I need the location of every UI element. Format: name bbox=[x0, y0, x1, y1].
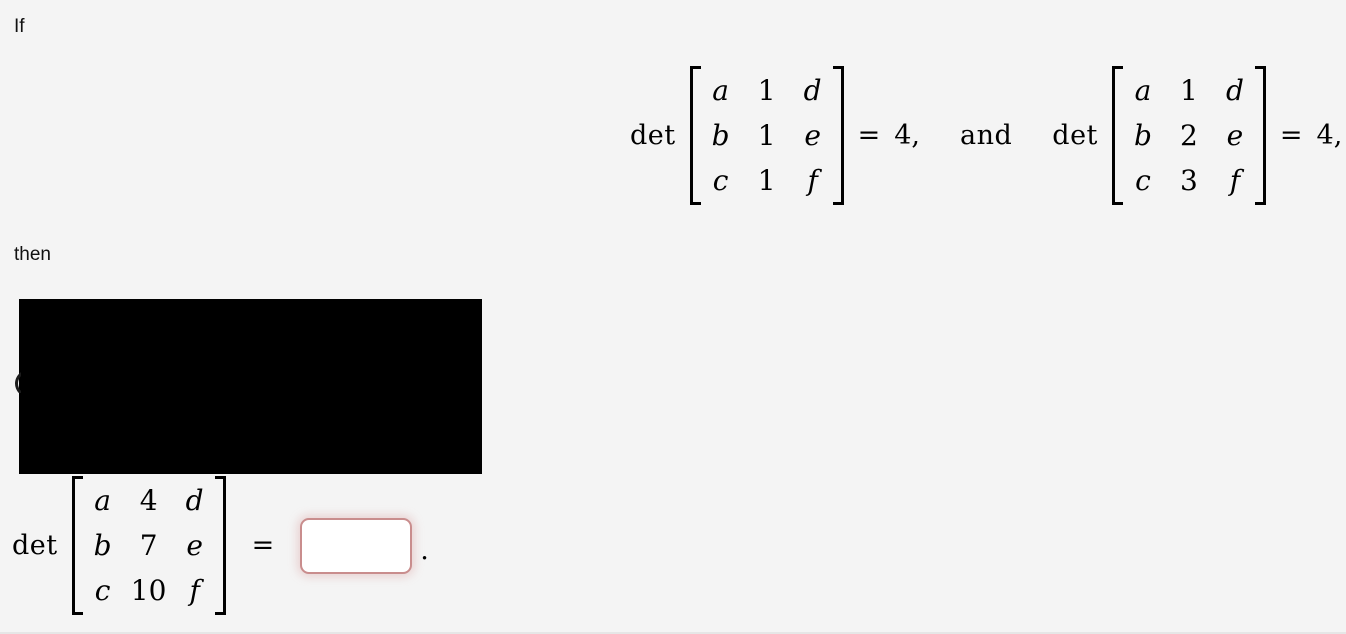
matrix-row: c 10 f bbox=[83, 568, 215, 613]
matrix-cell: a bbox=[94, 483, 111, 517]
equals-sign-2: = bbox=[1279, 120, 1303, 151]
matrix-1-grid: a 1 d b 1 e c 1 f bbox=[701, 66, 833, 205]
matrix-cell: 10 bbox=[130, 573, 167, 607]
matrix-cell: e bbox=[186, 528, 203, 562]
matrix-cell: 4 bbox=[139, 483, 158, 517]
matrix-cell: b bbox=[1133, 118, 1152, 152]
matrix-cell: 1 bbox=[757, 118, 776, 152]
matrix-cell: c bbox=[94, 573, 111, 607]
matrix-row: a 4 d bbox=[83, 478, 215, 523]
matrix-cell: d bbox=[803, 73, 822, 107]
matrix-cell: 3 bbox=[1180, 163, 1198, 197]
matrix-row: c 3 f bbox=[1123, 158, 1255, 203]
matrix-2: a 1 d b 2 e c 3 f bbox=[1111, 66, 1266, 205]
left-bracket-icon bbox=[71, 476, 83, 615]
matrix-2-grid: a 1 d b 2 e c 3 f bbox=[1123, 66, 1255, 205]
right-bracket-icon bbox=[832, 66, 844, 205]
matrix-cell: a bbox=[712, 73, 729, 107]
matrix-cell: d bbox=[1225, 73, 1244, 107]
conjunction-and: and bbox=[960, 120, 1013, 151]
matrix-row: b 2 e bbox=[1123, 113, 1255, 158]
matrix-cell: a bbox=[1134, 73, 1152, 107]
matrix-cell: d bbox=[185, 483, 204, 517]
matrix-row: b 7 e bbox=[83, 523, 215, 568]
matrix-row: c 1 f bbox=[701, 158, 833, 203]
matrix-cell: e bbox=[1226, 118, 1244, 152]
matrix-cell: 1 bbox=[1180, 73, 1198, 107]
prose-then: then bbox=[14, 244, 51, 265]
det-label-answer: det bbox=[12, 530, 58, 561]
det-label-1: det bbox=[630, 120, 676, 151]
matrix-cell: f bbox=[807, 163, 818, 197]
matrix-1: a 1 d b 1 e c 1 f bbox=[689, 66, 844, 205]
matrix-cell: c bbox=[712, 163, 729, 197]
answer-input[interactable] bbox=[300, 517, 413, 574]
matrix-row: a 1 d bbox=[1123, 68, 1255, 113]
prose-if: If bbox=[14, 16, 25, 37]
matrix-cell: 1 bbox=[757, 163, 776, 197]
determinant-value-1: 4, bbox=[894, 120, 921, 151]
determinant-value-2: 4, bbox=[1316, 120, 1343, 151]
det-label-2: det bbox=[1052, 120, 1098, 151]
trailing-period: . bbox=[420, 534, 429, 566]
left-bracket-icon bbox=[689, 66, 701, 205]
matrix-cell: e bbox=[804, 118, 821, 152]
redacted-content-box bbox=[19, 299, 482, 474]
equals-sign-1: = bbox=[857, 120, 881, 151]
matrix-cell: f bbox=[189, 573, 200, 607]
left-bracket-icon bbox=[1111, 66, 1123, 205]
matrix-cell: c bbox=[1135, 163, 1151, 197]
matrix-cell: 2 bbox=[1180, 118, 1198, 152]
matrix-cell: 7 bbox=[139, 528, 158, 562]
answer-row: det a 4 d b 7 e c 10 f = . bbox=[12, 476, 429, 615]
given-conditions-row: det a 1 d b 1 e c 1 f = 4, and det a 1 d… bbox=[630, 66, 1342, 205]
matrix-row: b 1 e bbox=[701, 113, 833, 158]
redacted-glyph-sliver bbox=[14, 369, 21, 393]
matrix-cell: b bbox=[93, 528, 112, 562]
matrix-cell: b bbox=[711, 118, 730, 152]
right-bracket-icon bbox=[214, 476, 226, 615]
equals-sign-answer: = bbox=[251, 530, 275, 561]
exercise-page: If det a 1 d b 1 e c 1 f = 4, and det a … bbox=[0, 0, 1346, 634]
matrix-cell: 1 bbox=[757, 73, 776, 107]
right-bracket-icon bbox=[1254, 66, 1266, 205]
matrix-cell: f bbox=[1229, 163, 1241, 197]
matrix-answer-grid: a 4 d b 7 e c 10 f bbox=[83, 476, 215, 615]
answer-field-wrapper: . bbox=[300, 517, 429, 574]
matrix-answer: a 4 d b 7 e c 10 f bbox=[71, 476, 226, 615]
matrix-row: a 1 d bbox=[701, 68, 833, 113]
